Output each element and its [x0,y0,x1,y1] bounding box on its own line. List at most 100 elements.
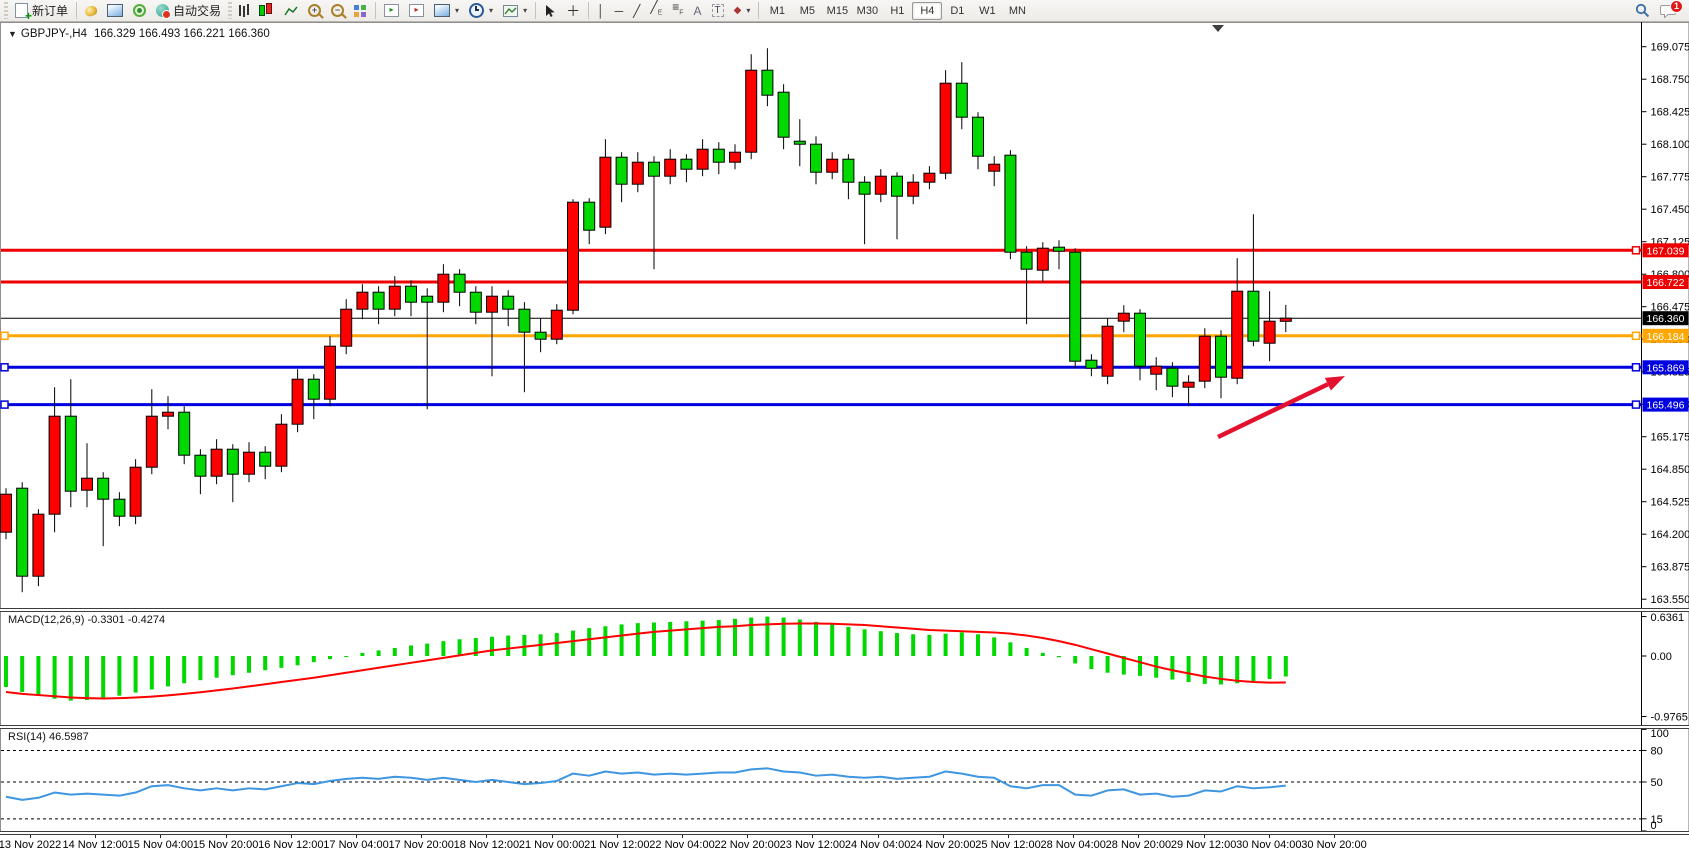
time-axis-label: 17 Nov 20:00 [388,839,453,851]
time-axis-label: 29 Nov 12:00 [1171,839,1236,851]
time-axis-label: 15 Nov 20:00 [193,839,258,851]
svg-text:168.425: 168.425 [1651,107,1689,119]
svg-text:-0.9765: -0.9765 [1651,712,1688,724]
timeframe-mn[interactable]: MN [1002,2,1032,20]
svg-text:0.6361: 0.6361 [1651,612,1685,624]
time-axis: 13 Nov 202214 Nov 12:0015 Nov 04:0015 No… [0,834,1689,858]
horizontal-line-tool[interactable]: ─ [610,0,629,21]
svg-text:80: 80 [1651,745,1663,757]
tile-windows-button[interactable] [349,0,372,21]
chat-button[interactable]: 1 [1655,0,1681,21]
text-icon: A [694,4,702,18]
time-axis-label: 18 Nov 12:00 [454,839,519,851]
vertical-line-tool[interactable]: │ [592,0,610,21]
line-chart-icon [284,5,298,17]
trendline-tool[interactable]: ╱ [628,0,645,21]
crosshair-tool-button[interactable]: ＋ [561,0,585,21]
pane-separator [0,831,1689,835]
svg-text:167.039: 167.039 [1647,245,1685,257]
candlestick-icon [259,5,265,16]
svg-text:167.450: 167.450 [1651,204,1689,216]
cursor-tool-button[interactable] [539,0,561,21]
zoom-in-button[interactable]: + [303,0,326,21]
tile-windows-icon [354,5,359,10]
search-button[interactable] [1630,0,1655,21]
notification-badge: 1 [1670,0,1683,13]
signals-button[interactable] [128,0,151,21]
bar-chart-button[interactable] [234,0,254,21]
new-order-button[interactable]: 新订单 [10,0,73,21]
timeframe-m1[interactable]: M1 [762,2,792,20]
time-axis-label: 13 Nov 2022 [0,839,61,851]
search-icon [1635,3,1650,18]
time-axis-label: 30 Nov 20:00 [1301,839,1366,851]
time-axis-label: 24 Nov 04:00 [845,839,910,851]
rsi-pane[interactable]: 1008050150 [0,728,1689,831]
indicators-dropdown[interactable]: ▾ [498,0,532,21]
svg-text:164.850: 164.850 [1651,464,1689,476]
pane-separator[interactable] [0,725,1689,729]
pane-separator[interactable] [0,608,1689,612]
zoom-out-button[interactable]: − [326,0,349,21]
timeframe-w1[interactable]: W1 [972,2,1002,20]
time-axis-label: 23 Nov 12:00 [780,839,845,851]
timeframe-m30[interactable]: M30 [852,2,882,20]
svg-text:164.525: 164.525 [1651,497,1689,509]
chevron-down-icon: ▾ [489,6,493,15]
price-chart-pane[interactable]: 169.075168.750168.425168.100167.775167.4… [0,22,1689,608]
bar-chart-icon [239,5,241,16]
metaquotes-button[interactable] [80,0,102,21]
profiles-dropdown[interactable]: ▾ [464,0,498,21]
svg-text:50: 50 [1651,777,1663,789]
chevron-down-icon: ▼ [8,29,17,39]
fibonacci-icon: ≡F [672,0,683,20]
monitor-icon [107,4,123,17]
chat-icon: 1 [1660,4,1676,18]
time-axis-label: 21 Nov 00:00 [519,839,584,851]
timeframe-m5[interactable]: M5 [792,2,822,20]
svg-text:167.775: 167.775 [1651,172,1689,184]
text-label-tool[interactable]: T [707,0,729,21]
svg-text:100: 100 [1651,728,1669,740]
chart-shift-icon: ▸ [409,4,424,17]
new-chart-dropdown[interactable]: ▾ [429,0,464,21]
text-tool[interactable]: A [689,0,707,21]
zoom-in-icon: + [308,4,321,17]
auto-trading-button[interactable]: 自动交易 [151,0,226,21]
rsi-label: RSI(14) 46.5987 [8,731,89,743]
svg-text:166.360: 166.360 [1647,313,1685,325]
crosshair-icon: ＋ [566,4,580,18]
timeframe-h4[interactable]: H4 [912,2,942,20]
time-axis-label: 28 Nov 20:00 [1106,839,1171,851]
terminal-button[interactable] [102,0,128,21]
arrows-tool-dropdown[interactable]: ◆▾ [729,0,756,21]
time-axis-label: 15 Nov 04:00 [128,839,193,851]
toolbar-separator [76,2,77,19]
cursor-icon [544,4,556,18]
channel-icon: ╱E [650,0,662,20]
svg-text:168.100: 168.100 [1651,139,1689,151]
fibonacci-tool[interactable]: ≡F [667,0,688,21]
svg-text:168.750: 168.750 [1651,74,1689,86]
signal-icon [133,4,146,17]
candlestick-chart-button[interactable] [254,0,279,21]
line-chart-button[interactable] [279,0,303,21]
timeframe-m15[interactable]: M15 [822,2,852,20]
timeframe-d1[interactable]: D1 [942,2,972,20]
channel-tool[interactable]: ╱E [645,0,667,21]
timeframe-h1[interactable]: H1 [882,2,912,20]
time-axis-label: 30 Nov 04:00 [1236,839,1301,851]
text-label-icon: T [712,4,724,17]
time-axis-label: 14 Nov 12:00 [62,839,127,851]
vertical-line-icon: │ [597,4,605,18]
arrows-icon: ◆ [734,4,742,18]
auto-scroll-button[interactable]: ▸ [379,0,404,21]
time-axis-label: 16 Nov 12:00 [258,839,323,851]
chevron-down-icon: ▾ [523,6,527,15]
main-toolbar: 新订单 自动交易 + − ▸ ▸ ▾ ▾ ▾ ＋ │ ─ ╱ ╱E ≡F A T… [0,0,1689,22]
svg-text:163.550: 163.550 [1651,594,1689,606]
chart-symbol-label: GBPJPY-,H4 [21,28,87,40]
macd-pane[interactable]: 0.63610.00-0.9765 [0,611,1689,725]
chart-shift-button[interactable]: ▸ [404,0,429,21]
time-axis-label: 25 Nov 12:00 [975,839,1040,851]
